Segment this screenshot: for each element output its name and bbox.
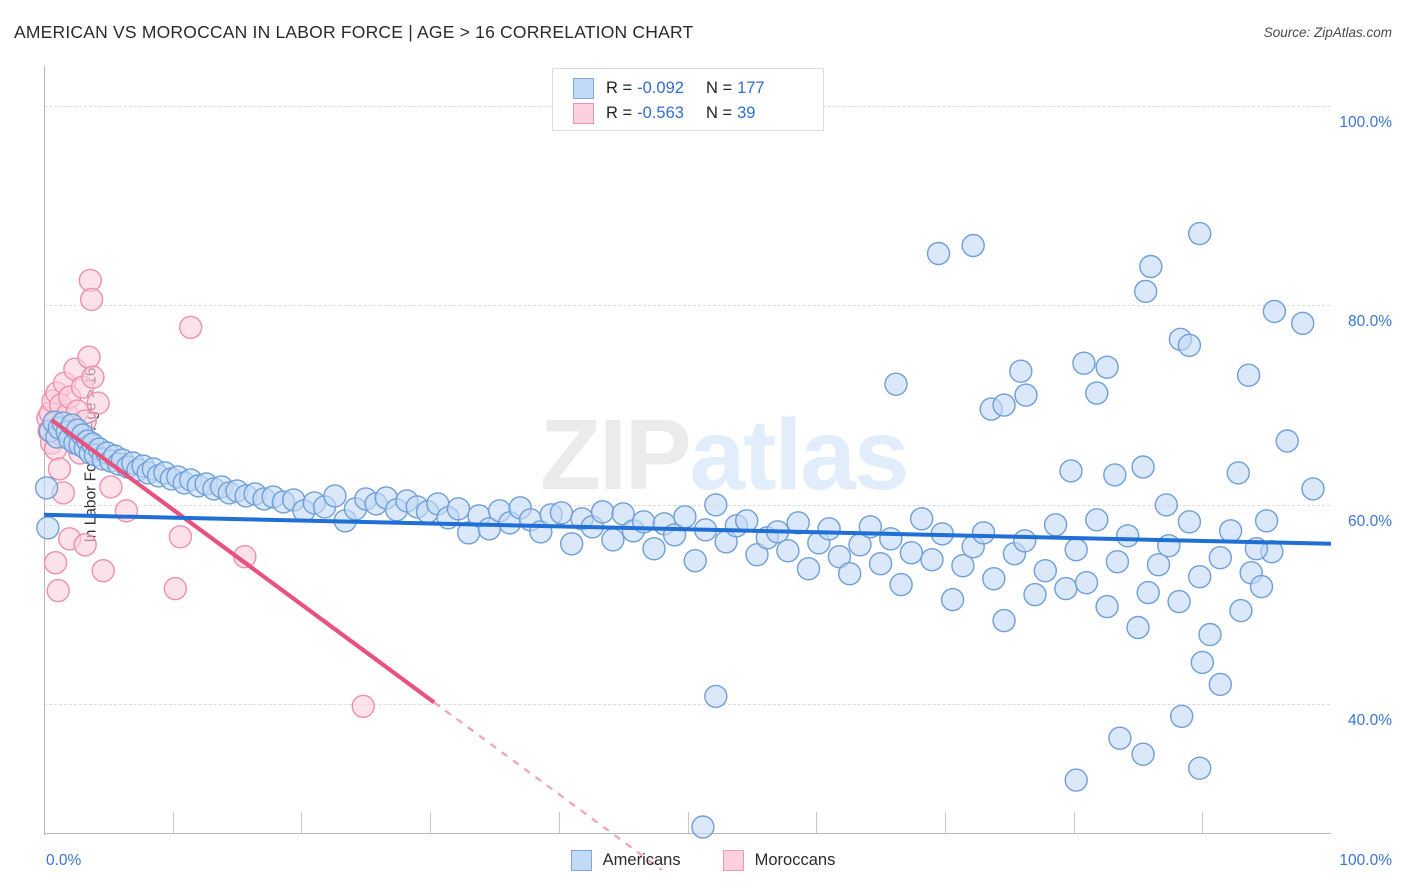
legend-n-value-1: 177: [737, 78, 765, 97]
legend-color-swatch-moroccans: [722, 850, 744, 871]
gridline-80: [44, 305, 1330, 307]
x-tick-10: [172, 812, 174, 833]
series-legend: Americans Moroccans: [0, 850, 1406, 871]
x-tick-60: [816, 812, 818, 833]
y-tick-label-40: 40.0%: [1348, 712, 1392, 730]
legend-item-moroccans[interactable]: Moroccans: [722, 850, 836, 871]
chart-root: AMERICAN VS MOROCCAN IN LABOR FORCE | AG…: [0, 0, 1406, 892]
correlation-legend: R = -0.092 N = 177 R = -0.563 N = 39: [552, 68, 824, 131]
page-title: AMERICAN VS MOROCCAN IN LABOR FORCE | AG…: [14, 22, 694, 42]
legend-row-moroccans: R = -0.563 N = 39: [573, 101, 755, 125]
legend-r-label-1: R =: [606, 78, 633, 97]
x-tick-70: [944, 812, 946, 833]
legend-color-swatch-americans: [570, 850, 592, 871]
legend-swatch-pink: [573, 102, 594, 124]
x-tick-50: [687, 812, 689, 833]
legend-row-americans: R = -0.092 N = 177: [573, 76, 765, 100]
legend-r-value-2: -0.563: [637, 103, 684, 122]
source-attribution: Source: ZipAtlas.com: [1263, 25, 1392, 40]
legend-n-label-1: N =: [705, 78, 733, 97]
x-tick-30: [430, 812, 432, 833]
legend-r-label-2: R =: [606, 103, 633, 122]
legend-n-label-2: N =: [705, 103, 733, 122]
legend-label-americans: Americans: [602, 851, 681, 869]
y-axis-line: [44, 66, 45, 835]
legend-label-moroccans: Moroccans: [754, 851, 836, 869]
x-tick-20: [301, 812, 303, 833]
legend-swatch-blue: [573, 77, 594, 99]
x-tick-80: [1073, 812, 1075, 833]
x-tick-90: [1202, 812, 1204, 833]
y-tick-label-100: 100.0%: [1339, 113, 1392, 131]
y-axis-title-container: In Labor Force | Age > 16: [10, 340, 100, 570]
legend-r-value-1: -0.092: [637, 78, 684, 97]
plot-area: [44, 68, 1330, 833]
y-tick-label-80: 80.0%: [1348, 313, 1392, 331]
legend-item-americans[interactable]: Americans: [570, 850, 681, 871]
x-tick-40: [558, 812, 560, 833]
gridline-40: [44, 704, 1330, 706]
gridline-60: [44, 504, 1330, 506]
x-axis-line: [44, 833, 1331, 834]
legend-n-value-2: 39: [737, 103, 756, 122]
y-tick-label-60: 60.0%: [1348, 512, 1392, 530]
